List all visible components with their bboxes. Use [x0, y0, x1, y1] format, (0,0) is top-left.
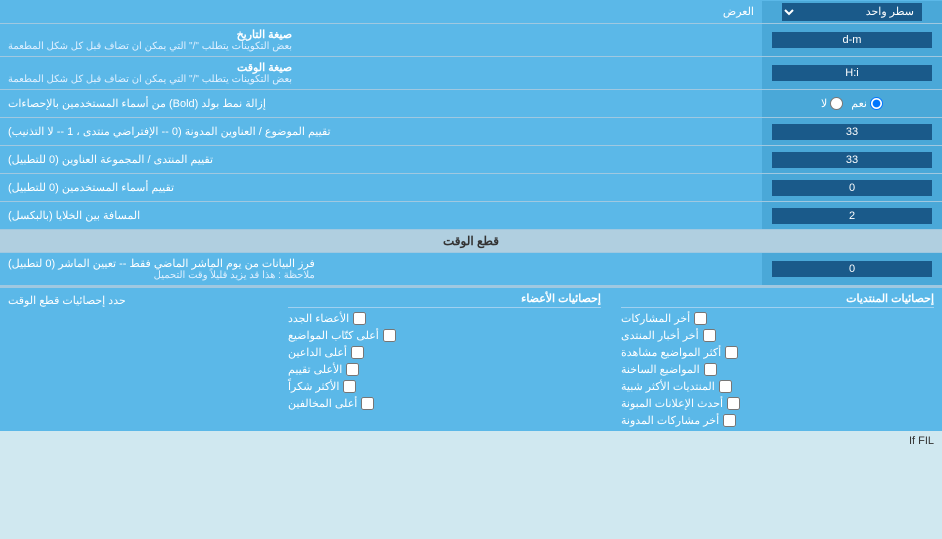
- display-select-cell: سطر واحد سطران: [762, 1, 942, 23]
- checkbox-similar-forums: المنتديات الأكثر شبية: [621, 380, 934, 393]
- recent-announcements-checkbox[interactable]: [727, 397, 740, 410]
- checkbox-most-thanked: الأكثر شكراً: [288, 380, 601, 393]
- stats-section: حدد إحصائيات قطع الوقت إحصائيات الأعضاء …: [0, 286, 942, 431]
- date-format-sublabel: بعض التكوينات يتطلب "/" التي يمكن ان تضا…: [8, 41, 292, 52]
- most-viewed-label: أكثر المواضيع مشاهدة: [621, 346, 721, 359]
- date-format-input-cell: [762, 24, 942, 56]
- members-stats-header: إحصائيات الأعضاء: [288, 292, 601, 308]
- bold-remove-text: إزالة نمط بولد (Bold) من أسماء المستخدمي…: [8, 97, 266, 110]
- checkbox-top-inviters: أعلى الداعين: [288, 346, 601, 359]
- bold-yes-label[interactable]: نعم: [851, 97, 883, 110]
- similar-forums-checkbox[interactable]: [719, 380, 732, 393]
- top-rated-label: الأعلى تقييم: [288, 363, 342, 376]
- page-title: العرض: [0, 2, 762, 21]
- cutoff-sub-text: ملاحظة : هذا قد يزيد قليلاً وقت التحميل: [8, 270, 315, 281]
- stats-section-label: حدد إحصائيات قطع الوقت: [0, 288, 280, 431]
- top-writers-checkbox[interactable]: [383, 329, 396, 342]
- similar-forums-label: المنتديات الأكثر شبية: [621, 380, 715, 393]
- last-posts-checkbox[interactable]: [694, 312, 707, 325]
- cutoff-input[interactable]: [772, 261, 932, 277]
- cell-spacing-input[interactable]: [772, 208, 932, 224]
- new-members-label: الأعضاء الجدد: [288, 312, 349, 325]
- checkbox-forum-news: أخر أخبار المنتدى: [621, 329, 934, 342]
- checkbox-new-members: الأعضاء الجدد: [288, 312, 601, 325]
- checkbox-blog-posts: أخر مشاركات المدونة: [621, 414, 934, 427]
- time-format-title: صيغة الوقت: [237, 62, 292, 74]
- bold-no-label[interactable]: لا: [821, 97, 843, 110]
- users-names-input[interactable]: [772, 180, 932, 196]
- cutoff-main-text: فرز البيانات من يوم الماشر الماضي فقط --…: [8, 258, 315, 270]
- most-thanked-checkbox[interactable]: [343, 380, 356, 393]
- top-rated-checkbox[interactable]: [346, 363, 359, 376]
- cutoff-section-header: قطع الوقت: [0, 230, 942, 253]
- cell-spacing-text: المسافة بين الخلايا (بالبكسل): [8, 209, 140, 222]
- forum-order-label: تقييم الموضوع / العناوين المدونة (0 -- ا…: [0, 118, 762, 145]
- checkbox-last-posts: أخر المشاركات: [621, 312, 934, 325]
- checkbox-top-violations: أعلى المخالفين: [288, 397, 601, 410]
- date-format-label: صيغة التاريخ بعض التكوينات يتطلب "/" الت…: [0, 24, 762, 56]
- cutoff-title: قطع الوقت: [443, 234, 499, 248]
- forums-stats-column: إحصائيات المنتديات أخر المشاركات أخر أخب…: [621, 292, 934, 427]
- forum-group-label: تقييم المنتدى / المجموعة العناوين (0 للت…: [0, 146, 762, 173]
- cutoff-label: فرز البيانات من يوم الماشر الماضي فقط --…: [0, 253, 762, 285]
- most-thanked-label: الأكثر شكراً: [288, 380, 339, 393]
- bold-yes-text: نعم: [851, 97, 867, 110]
- forum-group-input-cell: [762, 146, 942, 173]
- users-names-input-cell: [762, 174, 942, 201]
- date-format-input[interactable]: [772, 32, 932, 48]
- users-names-text: تقييم أسماء المستخدمين (0 للتطبيل): [8, 181, 174, 194]
- cutoff-input-cell: [762, 253, 942, 285]
- checkbox-top-writers: أعلى كتّاب المواضيع: [288, 329, 601, 342]
- members-stats-column: إحصائيات الأعضاء الأعضاء الجدد أعلى كتّا…: [288, 292, 601, 427]
- forums-stats-header: إحصائيات المنتديات: [621, 292, 934, 308]
- new-members-checkbox[interactable]: [353, 312, 366, 325]
- forum-news-checkbox[interactable]: [703, 329, 716, 342]
- forum-order-text: تقييم الموضوع / العناوين المدونة (0 -- ا…: [8, 125, 331, 138]
- top-violations-label: أعلى المخالفين: [288, 397, 357, 410]
- top-inviters-label: أعلى الداعين: [288, 346, 347, 359]
- recent-announcements-label: أحدث الإعلانات المبونة: [621, 397, 723, 410]
- time-format-sublabel: بعض التكوينات يتطلب "/" التي يمكن ان تضا…: [8, 74, 292, 85]
- bottom-hint-text: If FIL: [909, 435, 934, 447]
- checkbox-recent-announcements: أحدث الإعلانات المبونة: [621, 397, 934, 410]
- time-format-input-cell: [762, 57, 942, 89]
- users-names-label: تقييم أسماء المستخدمين (0 للتطبيل): [0, 174, 762, 201]
- forum-order-input[interactable]: [772, 124, 932, 140]
- forum-group-input[interactable]: [772, 152, 932, 168]
- top-writers-label: أعلى كتّاب المواضيع: [288, 329, 379, 342]
- time-format-input[interactable]: [772, 65, 932, 81]
- top-violations-checkbox[interactable]: [361, 397, 374, 410]
- cell-spacing-input-cell: [762, 202, 942, 229]
- bold-no-text: لا: [821, 97, 827, 110]
- bold-no-radio[interactable]: [830, 97, 843, 110]
- date-format-title: صيغة التاريخ: [237, 29, 292, 41]
- checkbox-hot-topics: المواضيع الساخنة: [621, 363, 934, 376]
- bold-remove-label: إزالة نمط بولد (Bold) من أسماء المستخدمي…: [0, 90, 762, 117]
- stats-label-text: حدد إحصائيات قطع الوقت: [8, 294, 126, 307]
- forum-order-input-cell: [762, 118, 942, 145]
- hot-topics-checkbox[interactable]: [704, 363, 717, 376]
- bold-remove-radio-cell: نعم لا: [762, 90, 942, 117]
- blog-posts-label: أخر مشاركات المدونة: [621, 414, 719, 427]
- last-posts-label: أخر المشاركات: [621, 312, 690, 325]
- blog-posts-checkbox[interactable]: [723, 414, 736, 427]
- most-viewed-checkbox[interactable]: [725, 346, 738, 359]
- checkbox-most-viewed: أكثر المواضيع مشاهدة: [621, 346, 934, 359]
- forum-news-label: أخر أخبار المنتدى: [621, 329, 699, 342]
- forum-group-text: تقييم المنتدى / المجموعة العناوين (0 للت…: [8, 153, 213, 166]
- display-select[interactable]: سطر واحد سطران: [782, 3, 922, 21]
- checkbox-top-rated: الأعلى تقييم: [288, 363, 601, 376]
- top-inviters-checkbox[interactable]: [351, 346, 364, 359]
- cell-spacing-label: المسافة بين الخلايا (بالبكسل): [0, 202, 762, 229]
- bold-yes-radio[interactable]: [870, 97, 883, 110]
- checkboxes-area: إحصائيات الأعضاء الأعضاء الجدد أعلى كتّا…: [280, 288, 942, 431]
- bottom-hint: If FIL: [0, 431, 942, 451]
- hot-topics-label: المواضيع الساخنة: [621, 363, 700, 376]
- time-format-label: صيغة الوقت بعض التكوينات يتطلب "/" التي …: [0, 57, 762, 89]
